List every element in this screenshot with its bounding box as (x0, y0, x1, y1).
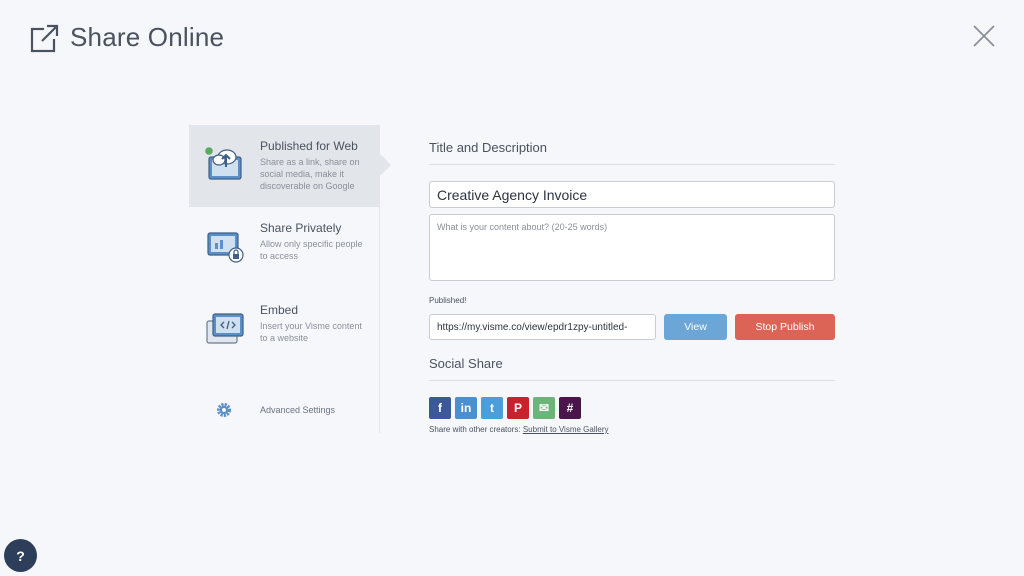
published-status: Published! (429, 296, 467, 305)
url-row: View Stop Publish (429, 314, 835, 340)
menu-item-published-for-web[interactable]: Published for Web Share as a link, share… (189, 125, 391, 207)
share-url-field[interactable] (429, 314, 656, 340)
menu-item-embed[interactable]: Embed Insert your Visme content to a web… (189, 289, 379, 371)
menu-item-share-privately[interactable]: Share Privately Allow only specific peop… (189, 207, 379, 289)
embed-code-icon (206, 313, 244, 344)
page-title: Share Online (70, 22, 225, 52)
facebook-icon[interactable]: f (429, 397, 451, 419)
share-options-menu: Published for Web Share as a link, share… (189, 125, 391, 433)
submit-gallery-link[interactable]: Submit to Visme Gallery (523, 425, 609, 434)
advanced-settings-link[interactable]: Advanced Settings (216, 402, 335, 418)
publish-panel: Title and Description Published! View St… (429, 140, 835, 434)
lock-screen-icon (207, 232, 244, 263)
advanced-settings-label: Advanced Settings (260, 405, 336, 415)
title-input[interactable] (429, 181, 835, 208)
title-description-heading: Title and Description (429, 140, 835, 165)
description-input[interactable] (429, 214, 835, 281)
menu-item-label: Embed (260, 303, 299, 317)
menu-item-label: Published for Web (260, 139, 358, 153)
linkedin-icon[interactable]: in (455, 397, 477, 419)
cloud-upload-icon (205, 147, 242, 180)
gear-icon (217, 403, 231, 417)
share-with-creators-label: Share with other creators: (429, 425, 521, 434)
stop-publish-button[interactable]: Stop Publish (735, 314, 835, 340)
menu-item-description: Share as a link, share on social media, … (260, 157, 360, 191)
close-icon[interactable] (972, 24, 996, 48)
slack-icon[interactable]: # (559, 397, 581, 419)
view-button[interactable]: View (664, 314, 727, 340)
gallery-share-text: Share with other creators: Submit to Vis… (429, 425, 835, 434)
menu-item-label: Share Privately (260, 221, 342, 235)
twitter-icon[interactable]: t (481, 397, 503, 419)
menu-item-description: Insert your Visme content to a website (260, 321, 362, 343)
menu-item-description: Allow only specific people to access (260, 239, 363, 261)
external-link-icon (30, 23, 59, 52)
pinterest-icon[interactable]: P (507, 397, 529, 419)
help-button[interactable]: ? (4, 539, 37, 572)
email-icon[interactable]: ✉ (533, 397, 555, 419)
page-header: Share Online (30, 22, 224, 53)
social-share-icons: f in t P ✉ # (429, 397, 835, 419)
social-share-heading: Social Share (429, 356, 835, 381)
